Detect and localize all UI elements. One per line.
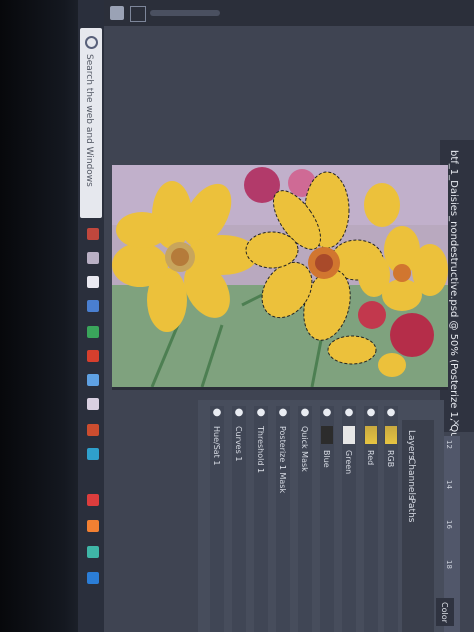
task-view-icon[interactable] bbox=[87, 252, 99, 264]
options-bar bbox=[104, 0, 474, 26]
taskbar-search-box[interactable]: Search the web and Windows bbox=[80, 28, 102, 218]
color-panel-tab[interactable]: Color bbox=[436, 598, 454, 626]
canvas-image[interactable] bbox=[112, 165, 448, 387]
tab-paths[interactable]: Paths bbox=[406, 498, 416, 522]
eye-icon[interactable]: ● bbox=[300, 408, 310, 418]
channel-row-green[interactable]: ● Green bbox=[342, 406, 356, 632]
eye-icon[interactable]: ● bbox=[256, 408, 266, 418]
tab-layers[interactable]: Layers bbox=[406, 430, 416, 460]
color-panel-label: Color bbox=[440, 602, 449, 623]
layer-label: Curves 1 bbox=[234, 426, 243, 462]
layer-row[interactable]: ● Threshold 1 bbox=[254, 406, 268, 632]
app-icon-teal[interactable] bbox=[87, 546, 99, 558]
channel-thumbnail bbox=[321, 426, 333, 444]
eye-icon[interactable]: ● bbox=[278, 408, 288, 418]
options-control[interactable] bbox=[150, 10, 220, 16]
layer-row[interactable]: ● Hue/Sat 1 bbox=[210, 406, 224, 632]
layer-row[interactable]: ● Curves 1 bbox=[232, 406, 246, 632]
eye-icon[interactable]: ● bbox=[386, 408, 396, 418]
mail-icon[interactable] bbox=[87, 350, 99, 362]
eye-icon[interactable]: ● bbox=[366, 408, 376, 418]
tab-channels[interactable]: Channels bbox=[406, 458, 416, 500]
move-tool-icon[interactable] bbox=[110, 6, 124, 20]
flower-photo bbox=[112, 165, 448, 387]
search-icon bbox=[85, 36, 98, 49]
close-tab-icon[interactable]: × bbox=[452, 418, 460, 429]
photos-icon[interactable] bbox=[87, 374, 99, 386]
photoshop-taskbar-icon[interactable] bbox=[87, 572, 99, 584]
layer-label: Posterize 1 Mask bbox=[278, 426, 287, 494]
ruler-mark: 14 bbox=[445, 480, 453, 489]
monitor-bezel bbox=[0, 0, 80, 632]
channel-row-rgb[interactable]: ● RGB bbox=[384, 406, 398, 632]
eye-icon[interactable]: ● bbox=[212, 408, 222, 418]
settings-icon[interactable] bbox=[87, 398, 99, 410]
skype-icon[interactable] bbox=[87, 448, 99, 460]
quick-mask-icon[interactable] bbox=[130, 6, 146, 22]
eye-icon[interactable]: ● bbox=[234, 408, 244, 418]
channel-thumbnail bbox=[385, 426, 397, 444]
layer-label: Threshold 1 bbox=[256, 426, 265, 474]
layer-label: Hue/Sat 1 bbox=[212, 426, 221, 466]
explorer-icon[interactable] bbox=[87, 300, 99, 312]
taskbar-search-placeholder: Search the web and Windows bbox=[84, 54, 94, 187]
channel-label: Quick Mask bbox=[300, 426, 309, 472]
layer-row[interactable]: ● Posterize 1 Mask bbox=[276, 406, 290, 632]
app-icon-red[interactable] bbox=[87, 494, 99, 506]
channel-label: Red bbox=[366, 450, 375, 466]
start-icon[interactable] bbox=[87, 228, 99, 240]
channel-label: RGB bbox=[386, 450, 395, 468]
channel-thumbnail bbox=[343, 426, 355, 444]
ruler-mark: 12 bbox=[445, 440, 453, 449]
channel-row-quickmask[interactable]: ● Quick Mask bbox=[298, 406, 312, 632]
eye-icon[interactable]: ● bbox=[344, 408, 354, 418]
ruler-mark: 18 bbox=[445, 560, 453, 569]
store-icon[interactable] bbox=[87, 326, 99, 338]
eye-icon[interactable]: ● bbox=[322, 408, 332, 418]
edge-icon[interactable] bbox=[87, 276, 99, 288]
channel-label: Green bbox=[344, 450, 353, 475]
illustrator-icon[interactable] bbox=[87, 520, 99, 532]
office-icon[interactable] bbox=[87, 424, 99, 436]
channel-row-blue[interactable]: ● Blue bbox=[320, 406, 334, 632]
channel-thumbnail bbox=[365, 426, 377, 444]
ruler-mark: 16 bbox=[445, 520, 453, 529]
channel-row-red[interactable]: ● Red bbox=[364, 406, 378, 632]
channel-label: Blue bbox=[322, 450, 331, 468]
